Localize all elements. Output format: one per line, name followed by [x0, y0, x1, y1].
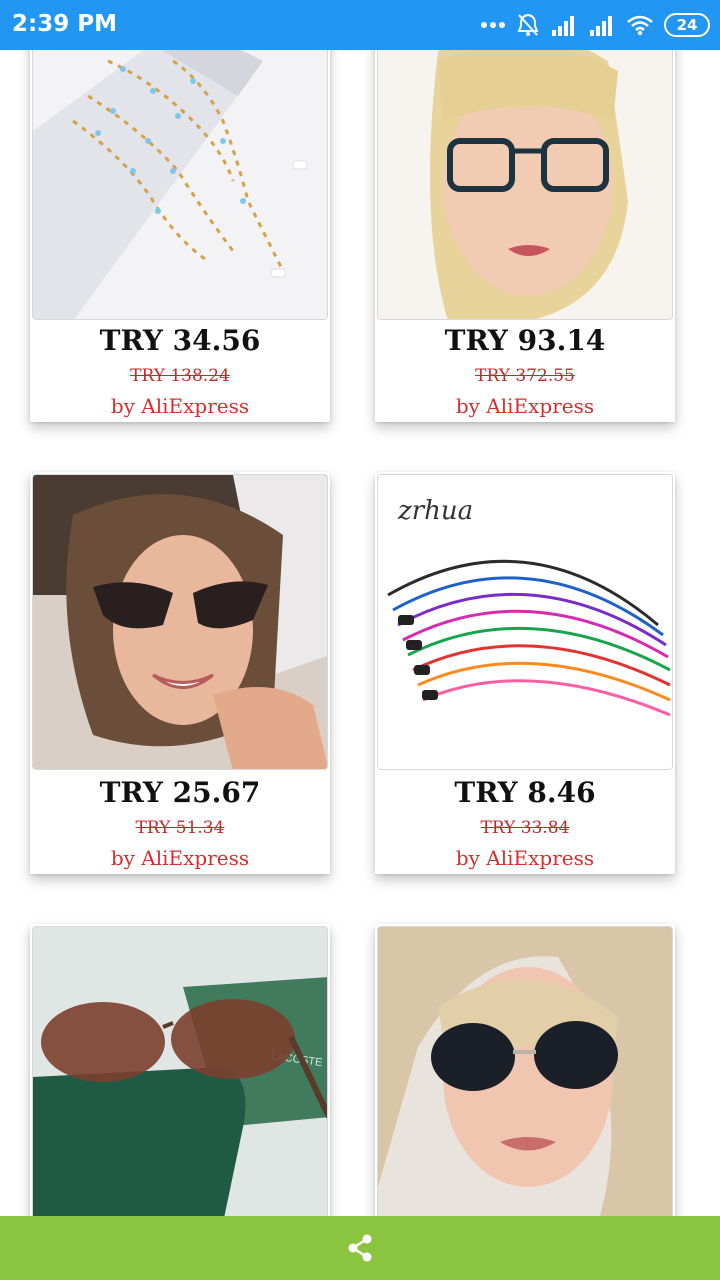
brand-text: zrhua [397, 496, 473, 526]
product-old-price: TRY 372.55 [475, 366, 575, 386]
product-old-price: TRY 51.34 [135, 818, 225, 838]
status-bar: 2:39 PM 24 [0, 0, 720, 50]
product-old-price: TRY 138.24 [130, 366, 230, 386]
wifi-icon [627, 15, 653, 36]
product-price: TRY 34.56 [99, 324, 261, 357]
bottom-bar [0, 1216, 720, 1280]
status-icons: 24 [480, 10, 710, 40]
signal-icon-2 [590, 16, 612, 36]
product-grid: TRY 34.56 TRY 138.24 by AliExpress MARE … [0, 0, 720, 1280]
product-seller[interactable]: by AliExpress [30, 846, 330, 870]
alarm-off-icon [517, 13, 539, 36]
product-seller[interactable]: by AliExpress [375, 846, 675, 870]
product-seller[interactable]: by AliExpress [30, 394, 330, 418]
battery-icon: 24 [664, 13, 710, 37]
product-card[interactable]: TRY 25.67 TRY 51.34 by AliExpress [30, 472, 330, 874]
product-image[interactable] [32, 474, 328, 770]
product-image[interactable] [377, 926, 673, 1222]
product-card[interactable]: TRY 34.56 TRY 138.24 by AliExpress [30, 0, 330, 422]
signal-icon [552, 16, 574, 36]
share-icon[interactable] [345, 1233, 375, 1263]
status-time: 2:39 PM [12, 11, 117, 37]
product-price: TRY 25.67 [99, 776, 261, 809]
product-image[interactable]: LACOSTE [32, 926, 328, 1222]
product-image[interactable]: zrhua [377, 474, 673, 770]
product-price: TRY 8.46 [454, 776, 596, 809]
product-card[interactable]: MARE AZZURO TRY 93.14 TRY 372.55 by AliE… [375, 0, 675, 422]
product-card[interactable]: zrhua TRY 8.46 TRY 33.84 by AliExpress [375, 472, 675, 874]
product-seller[interactable]: by AliExpress [375, 394, 675, 418]
more-dots-icon [481, 22, 505, 28]
product-price: TRY 93.14 [444, 324, 606, 357]
product-old-price: TRY 33.84 [480, 818, 570, 838]
